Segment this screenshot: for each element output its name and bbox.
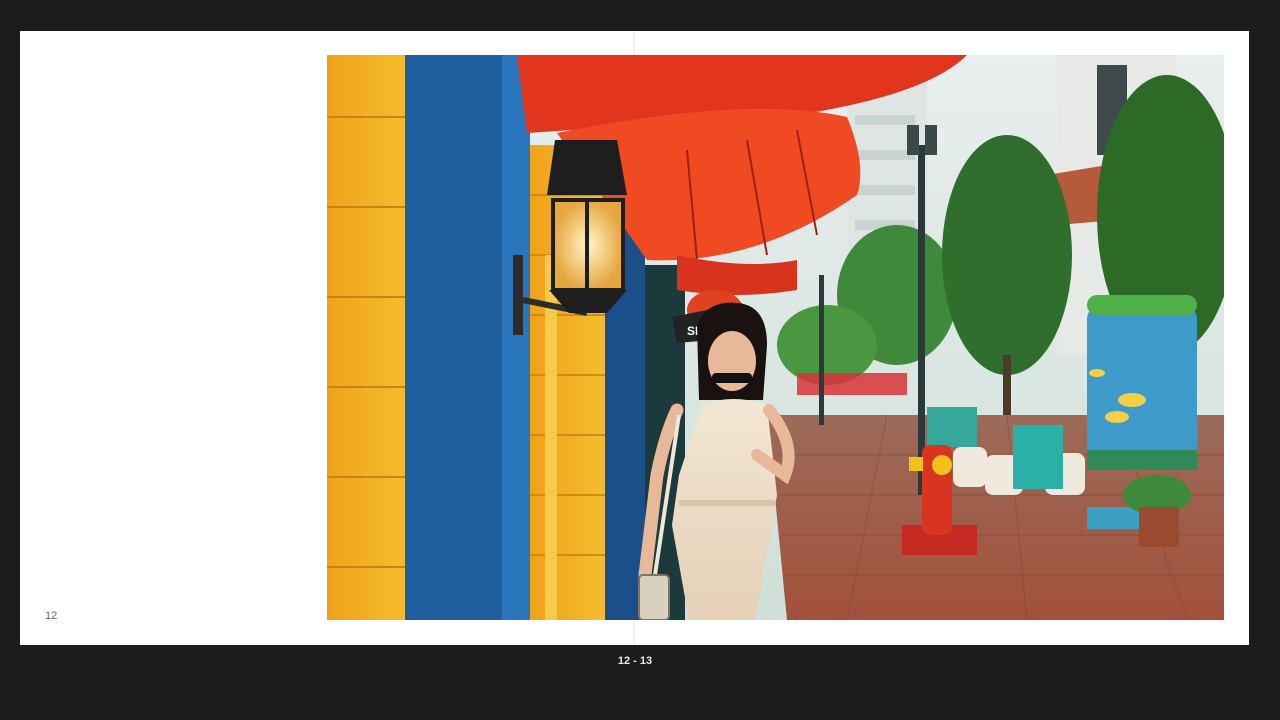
book-spread: 12 [20, 31, 1249, 645]
left-page-number: 12 [45, 610, 58, 622]
photo-illustration: SHR [327, 55, 1224, 620]
spread-page-range: 12 - 13 [617, 655, 653, 667]
spread-photo[interactable]: SHR [327, 55, 1224, 620]
